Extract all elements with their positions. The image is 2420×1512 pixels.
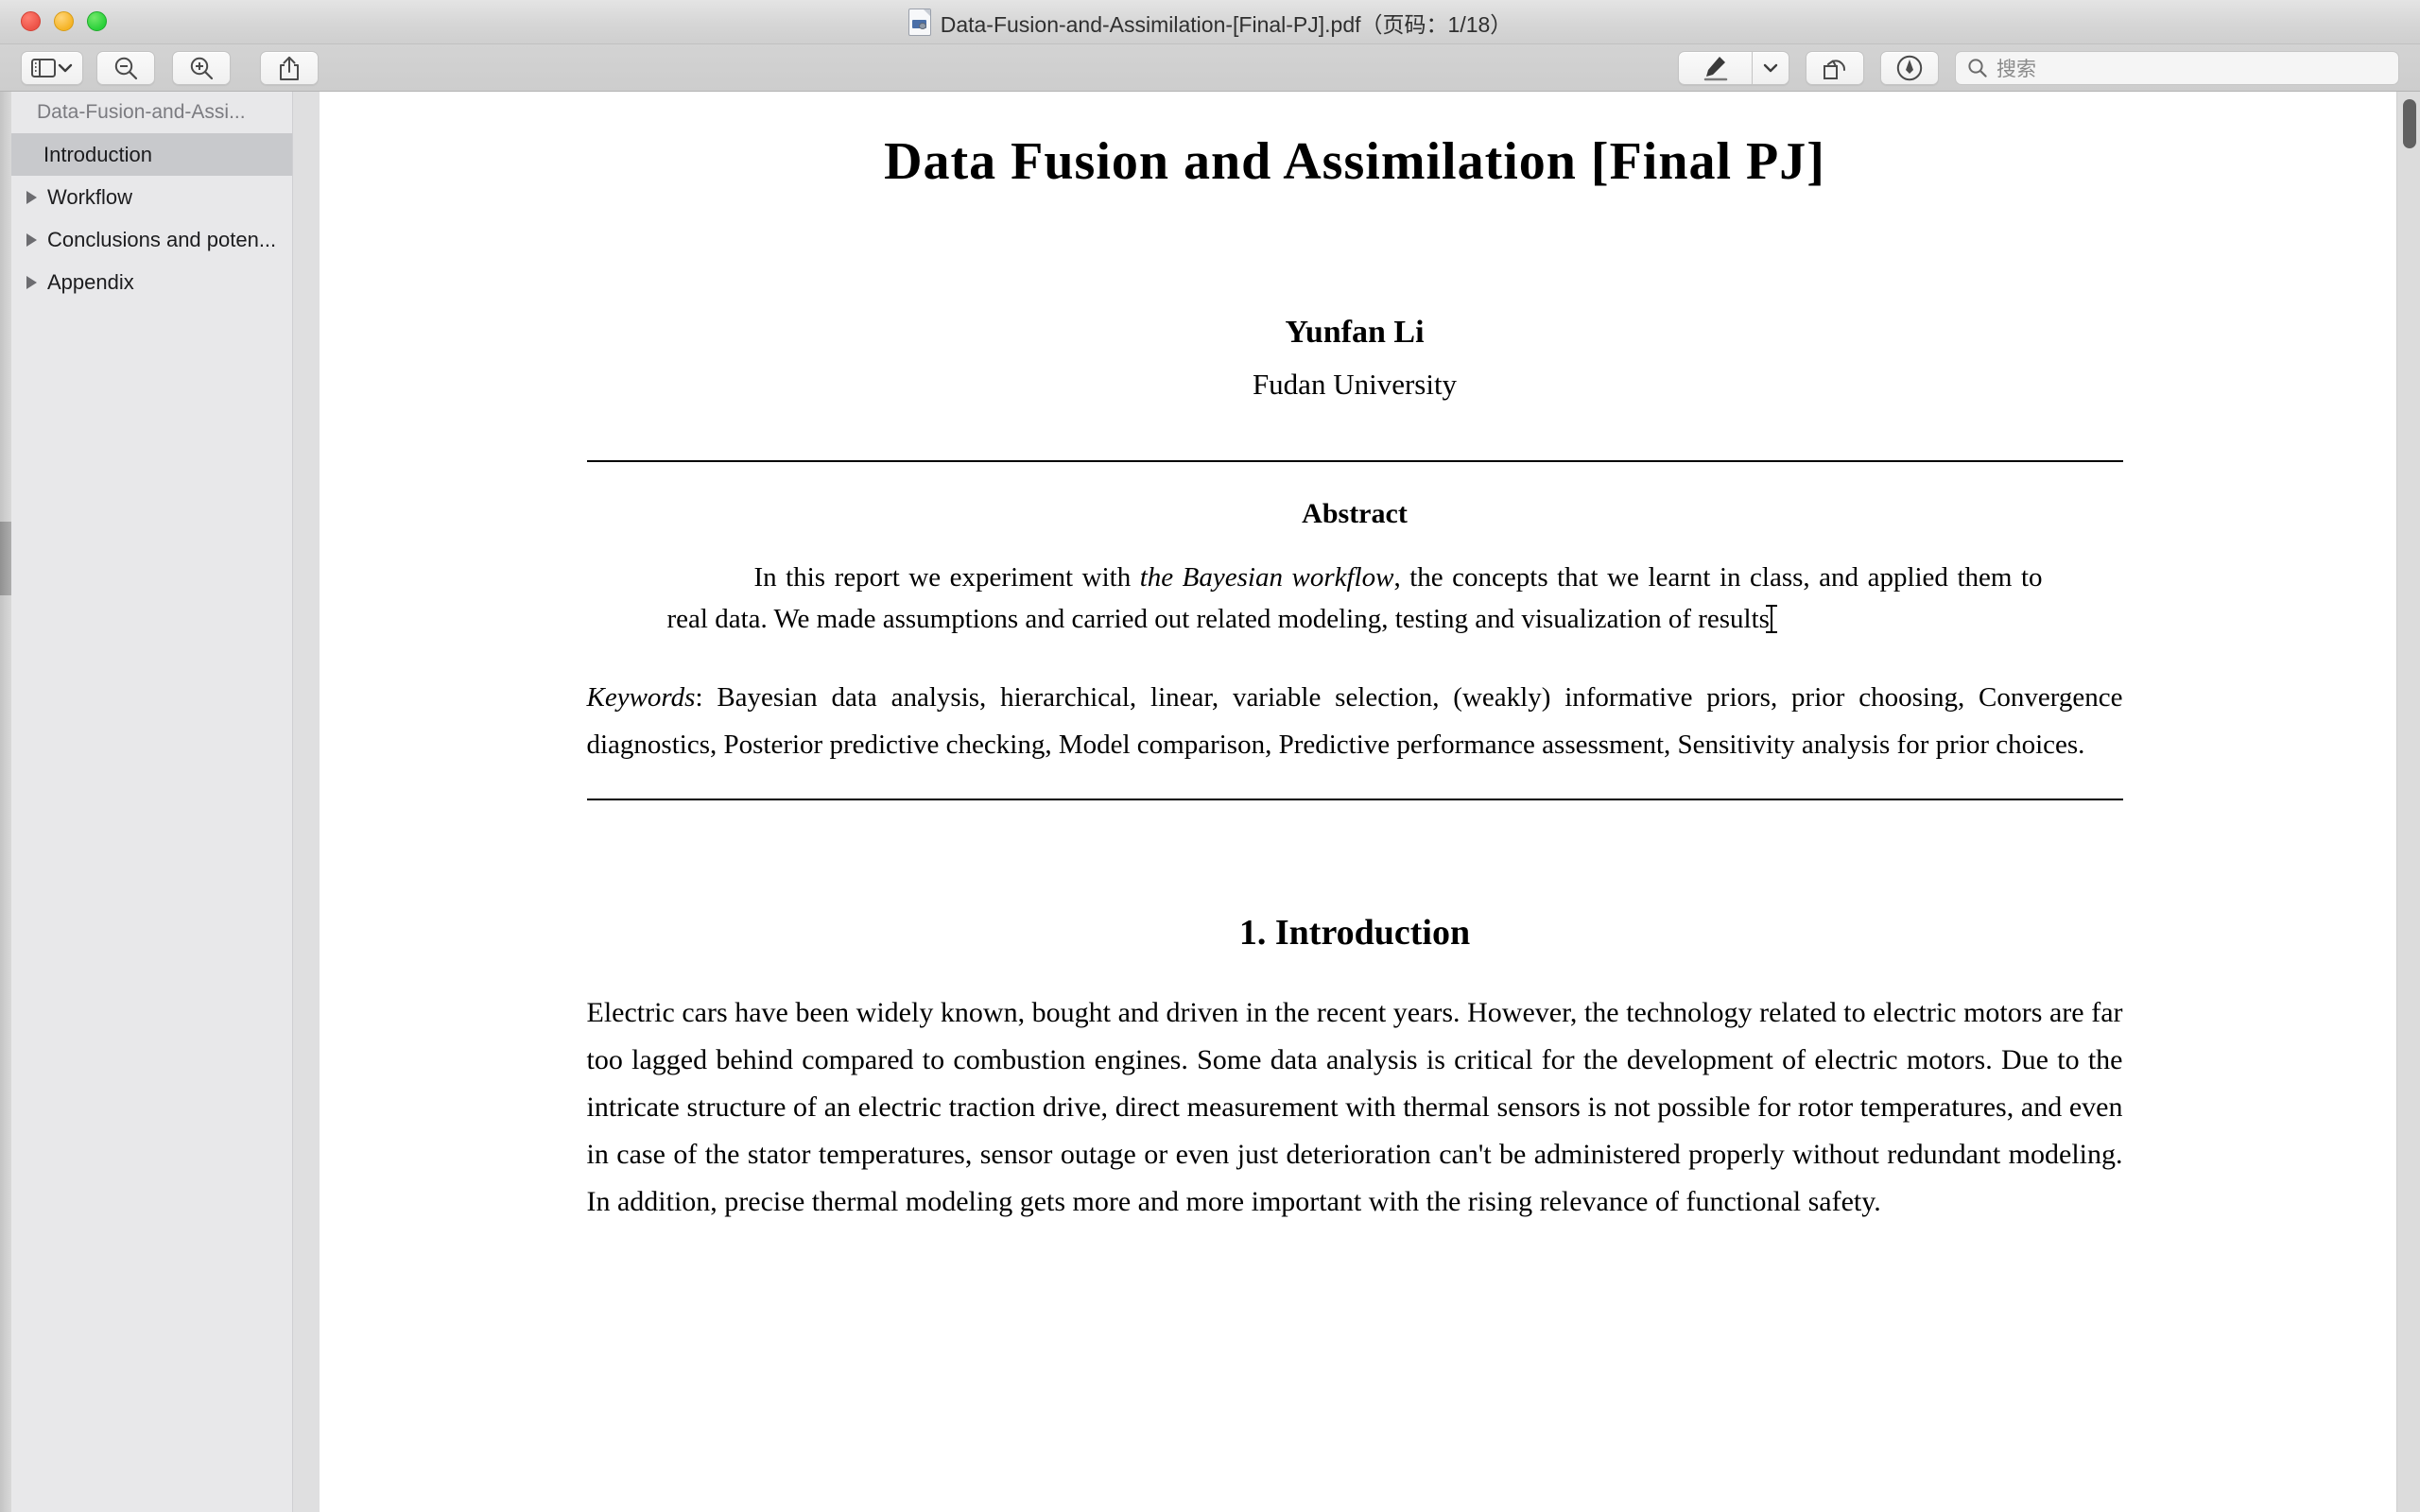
disclosure-triangle-icon[interactable]: [23, 189, 40, 206]
rotate-left-icon: [1824, 60, 1845, 79]
disclosure-triangle-icon[interactable]: [23, 232, 40, 249]
window-titlebar: Data-Fusion-and-Assimilation-[Final-PJ].…: [0, 0, 2420, 44]
maximize-button[interactable]: [87, 11, 107, 31]
keywords-line: Keywords: Bayesian data analysis, hierar…: [587, 674, 2123, 768]
keywords-label: Keywords: [586, 682, 696, 713]
minimize-button[interactable]: [54, 11, 74, 31]
abstract-rule-bottom: [586, 799, 2123, 800]
main-toolbar: 搜索: [0, 44, 2420, 92]
share-icon: [280, 56, 299, 80]
share-button[interactable]: [260, 51, 319, 85]
pdf-viewer-window: Data-Fusion-and-Assimilation-[Final-PJ].…: [0, 0, 2420, 1512]
abstract-heading: Abstract: [1302, 498, 1408, 529]
zoom-out-icon: [114, 57, 138, 80]
window-title-text: Data-Fusion-and-Assimilation-[Final-PJ].…: [940, 11, 1512, 37]
sidebar-item-label: Appendix: [47, 269, 134, 294]
highlight-options-button[interactable]: [1752, 51, 1789, 85]
sidebar-item-label: Introduction: [43, 142, 152, 166]
zoom-in-icon: [190, 57, 214, 80]
zoom-out-button[interactable]: [96, 51, 155, 85]
text-cursor-caret: [1765, 605, 1777, 633]
window-left-edge: [0, 92, 11, 1512]
highlight-pen-icon: [1703, 57, 1727, 81]
chevron-down-icon: [58, 63, 73, 73]
window-controls: [21, 11, 107, 31]
keywords-text: : Bayesian data analysis, hierarchical, …: [586, 682, 2123, 760]
abstract-emphasis: the Bayesian workflow: [1139, 562, 1394, 593]
sidebar-item-workflow[interactable]: Workflow: [11, 176, 292, 218]
section-heading-introduction: 1. Introduction: [1238, 913, 1471, 953]
window-title: Data-Fusion-and-Assimilation-[Final-PJ].…: [0, 0, 2420, 44]
sidebar-panel-icon: [31, 59, 56, 77]
pdf-document-icon: [908, 9, 931, 36]
pdf-page-1: Data Fusion and Assimilation [Final PJ] …: [320, 92, 2390, 1226]
highlight-button[interactable]: [1678, 51, 1752, 85]
pdf-page-view[interactable]: Data Fusion and Assimilation [Final PJ] …: [320, 92, 2390, 1512]
vertical-scrollbar[interactable]: [2396, 92, 2420, 1512]
sidebar-item-label: Workflow: [47, 184, 133, 209]
document-affiliation: Fudan University: [1252, 368, 1458, 401]
introduction-paragraph-1: Electric cars have been widely known, bo…: [586, 997, 2123, 1217]
outline-sidebar: Data-Fusion-and-Assi... Introduction Wor…: [11, 92, 293, 1512]
sidebar-toggle-button[interactable]: [21, 51, 83, 85]
chevron-down-icon: [1763, 63, 1778, 73]
search-icon: [1968, 59, 1987, 77]
zoom-in-button[interactable]: [172, 51, 231, 85]
abstract-text-part1: In this report we experiment with: [753, 562, 1140, 593]
markup-button[interactable]: [1880, 51, 1939, 85]
sidebar-item-introduction[interactable]: Introduction: [11, 133, 292, 176]
abstract-text: In this report we experiment with the Ba…: [667, 557, 2043, 640]
scrollbar-thumb[interactable]: [2403, 99, 2416, 148]
rotate-button[interactable]: [1806, 51, 1864, 85]
window-resize-handle[interactable]: [0, 522, 11, 595]
content-area: Data-Fusion-and-Assi... Introduction Wor…: [0, 92, 2420, 1512]
sidebar-item-conclusions[interactable]: Conclusions and poten...: [11, 218, 292, 261]
markup-pen-circle-icon: [1896, 55, 1923, 81]
document-author: Yunfan Li: [1285, 315, 1425, 350]
sidebar-item-appendix[interactable]: Appendix: [11, 261, 292, 303]
page-gutter: [293, 92, 320, 1512]
search-input[interactable]: 搜索: [1955, 51, 2399, 85]
document-title: Data Fusion and Assimilation [Final PJ]: [884, 132, 1825, 191]
disclosure-triangle-icon[interactable]: [23, 274, 40, 291]
close-button[interactable]: [21, 11, 41, 31]
sidebar-header: Data-Fusion-and-Assi...: [37, 101, 246, 123]
sidebar-item-label: Conclusions and poten...: [47, 227, 277, 251]
abstract-rule-top: [586, 460, 2123, 462]
search-placeholder: 搜索: [1996, 59, 2036, 80]
